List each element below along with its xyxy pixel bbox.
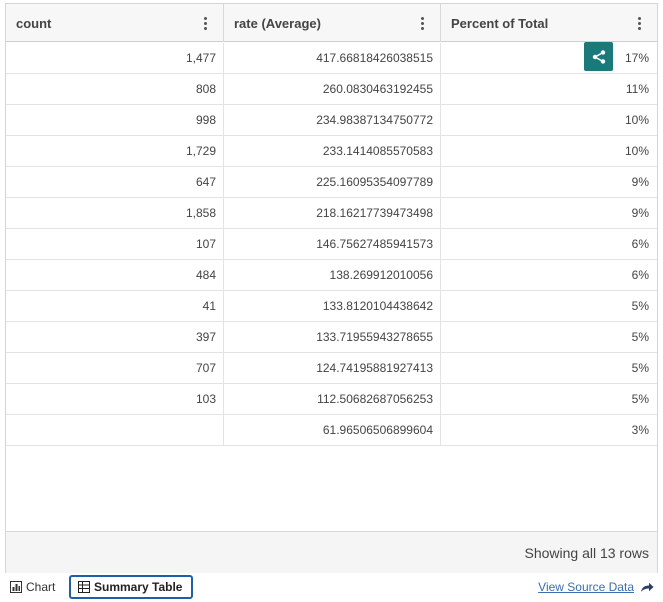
table-row: 61.96506506899604 3% xyxy=(6,415,657,446)
table-row: 484 138.269912010056 6% xyxy=(6,260,657,291)
view-source-data-label: View Source Data xyxy=(538,580,634,594)
table-row: 808 260.0830463192455 11% xyxy=(6,74,657,105)
cell-percent: 17% xyxy=(624,51,649,65)
cell-percent: 11% xyxy=(625,82,649,96)
view-source-data-link[interactable]: View Source Data xyxy=(538,577,654,597)
cell-rate: 138.269912010056 xyxy=(224,260,441,290)
tab-chart[interactable]: Chart xyxy=(10,576,55,598)
column-header-label: count xyxy=(16,15,52,31)
table-row: 397 133.71955943278655 5% xyxy=(6,322,657,353)
cell-percent: 9% xyxy=(631,175,649,189)
kebab-menu-icon[interactable] xyxy=(627,11,651,35)
column-header-rate-average[interactable]: rate (Average) xyxy=(224,4,441,42)
cell-count: 41 xyxy=(6,291,224,321)
cell-count: 1,729 xyxy=(6,136,224,166)
cell-rate: 133.8120104438642 xyxy=(224,291,441,321)
cell-percent: 5% xyxy=(631,361,649,375)
kebab-menu-icon[interactable] xyxy=(193,11,217,35)
cell-percent: 6% xyxy=(631,237,649,251)
cell-count: 707 xyxy=(6,353,224,383)
table-header: count rate (Average) Percent of Total xyxy=(6,4,657,42)
table-icon xyxy=(78,581,90,593)
cell-percent: 5% xyxy=(631,330,649,344)
cell-rate: 260.0830463192455 xyxy=(224,74,441,104)
cell-rate: 61.96506506899604 xyxy=(224,415,441,445)
cell-percent: 5% xyxy=(631,392,649,406)
share-icon xyxy=(592,49,605,64)
share-button[interactable] xyxy=(584,42,613,71)
cell-percent: 6% xyxy=(631,268,649,282)
tab-summary-table[interactable]: Summary Table xyxy=(69,575,193,599)
table-row: 998 234.98387134750772 10% xyxy=(6,105,657,136)
cell-percent: 10% xyxy=(624,113,649,127)
view-switcher: Chart Summary Table View Source Data xyxy=(0,574,663,602)
cell-percent: 3% xyxy=(631,423,649,437)
table-row: 1,729 233.1414085570583 10% xyxy=(6,136,657,167)
table-row: 647 225.16095354097789 9% xyxy=(6,167,657,198)
cell-rate: 225.16095354097789 xyxy=(224,167,441,197)
cell-count: 1,858 xyxy=(6,198,224,228)
cell-rate: 124.74195881927413 xyxy=(224,353,441,383)
cell-percent: 9% xyxy=(631,206,649,220)
cell-count: 103 xyxy=(6,384,224,414)
cell-count: 647 xyxy=(6,167,224,197)
cell-rate: 112.50682687056253 xyxy=(224,384,441,414)
column-header-count[interactable]: count xyxy=(6,4,224,42)
cell-rate: 133.71955943278655 xyxy=(224,322,441,352)
table-body: 1,477 417.66818426038515 17% 808 260.083… xyxy=(6,43,657,446)
tab-chart-label: Chart xyxy=(26,580,56,594)
cell-count: 397 xyxy=(6,322,224,352)
table-row: 1,477 417.66818426038515 17% xyxy=(6,43,657,74)
cell-count: 808 xyxy=(6,74,224,104)
table-row: 107 146.75627485941573 6% xyxy=(6,229,657,260)
cell-rate: 218.16217739473498 xyxy=(224,198,441,228)
tab-summary-table-label: Summary Table xyxy=(94,580,183,594)
table-row: 103 112.50682687056253 5% xyxy=(6,384,657,415)
cell-percent: 5% xyxy=(631,299,649,313)
share-arrow-icon xyxy=(640,582,654,593)
cell-count: 107 xyxy=(6,229,224,259)
column-header-label: Percent of Total xyxy=(451,15,549,31)
summary-table-panel: count rate (Average) Percent of Total 1,… xyxy=(5,3,658,573)
kebab-menu-icon[interactable] xyxy=(410,11,434,35)
cell-count: 998 xyxy=(6,105,224,135)
column-header-label: rate (Average) xyxy=(234,15,321,31)
table-row: 41 133.8120104438642 5% xyxy=(6,291,657,322)
column-header-percent-of-total[interactable]: Percent of Total xyxy=(441,4,657,42)
cell-rate: 417.66818426038515 xyxy=(224,43,441,73)
cell-rate: 146.75627485941573 xyxy=(224,229,441,259)
cell-rate: 234.98387134750772 xyxy=(224,105,441,135)
cell-percent: 10% xyxy=(624,144,649,158)
table-row: 707 124.74195881927413 5% xyxy=(6,353,657,384)
cell-count: 484 xyxy=(6,260,224,290)
cell-rate: 233.1414085570583 xyxy=(224,136,441,166)
table-footer: Showing all 13 rows xyxy=(6,531,657,573)
chart-icon xyxy=(10,581,22,593)
cell-count: 1,477 xyxy=(6,43,224,73)
cell-count xyxy=(6,415,224,445)
row-count-text: Showing all 13 rows xyxy=(524,544,649,561)
table-row: 1,858 218.16217739473498 9% xyxy=(6,198,657,229)
